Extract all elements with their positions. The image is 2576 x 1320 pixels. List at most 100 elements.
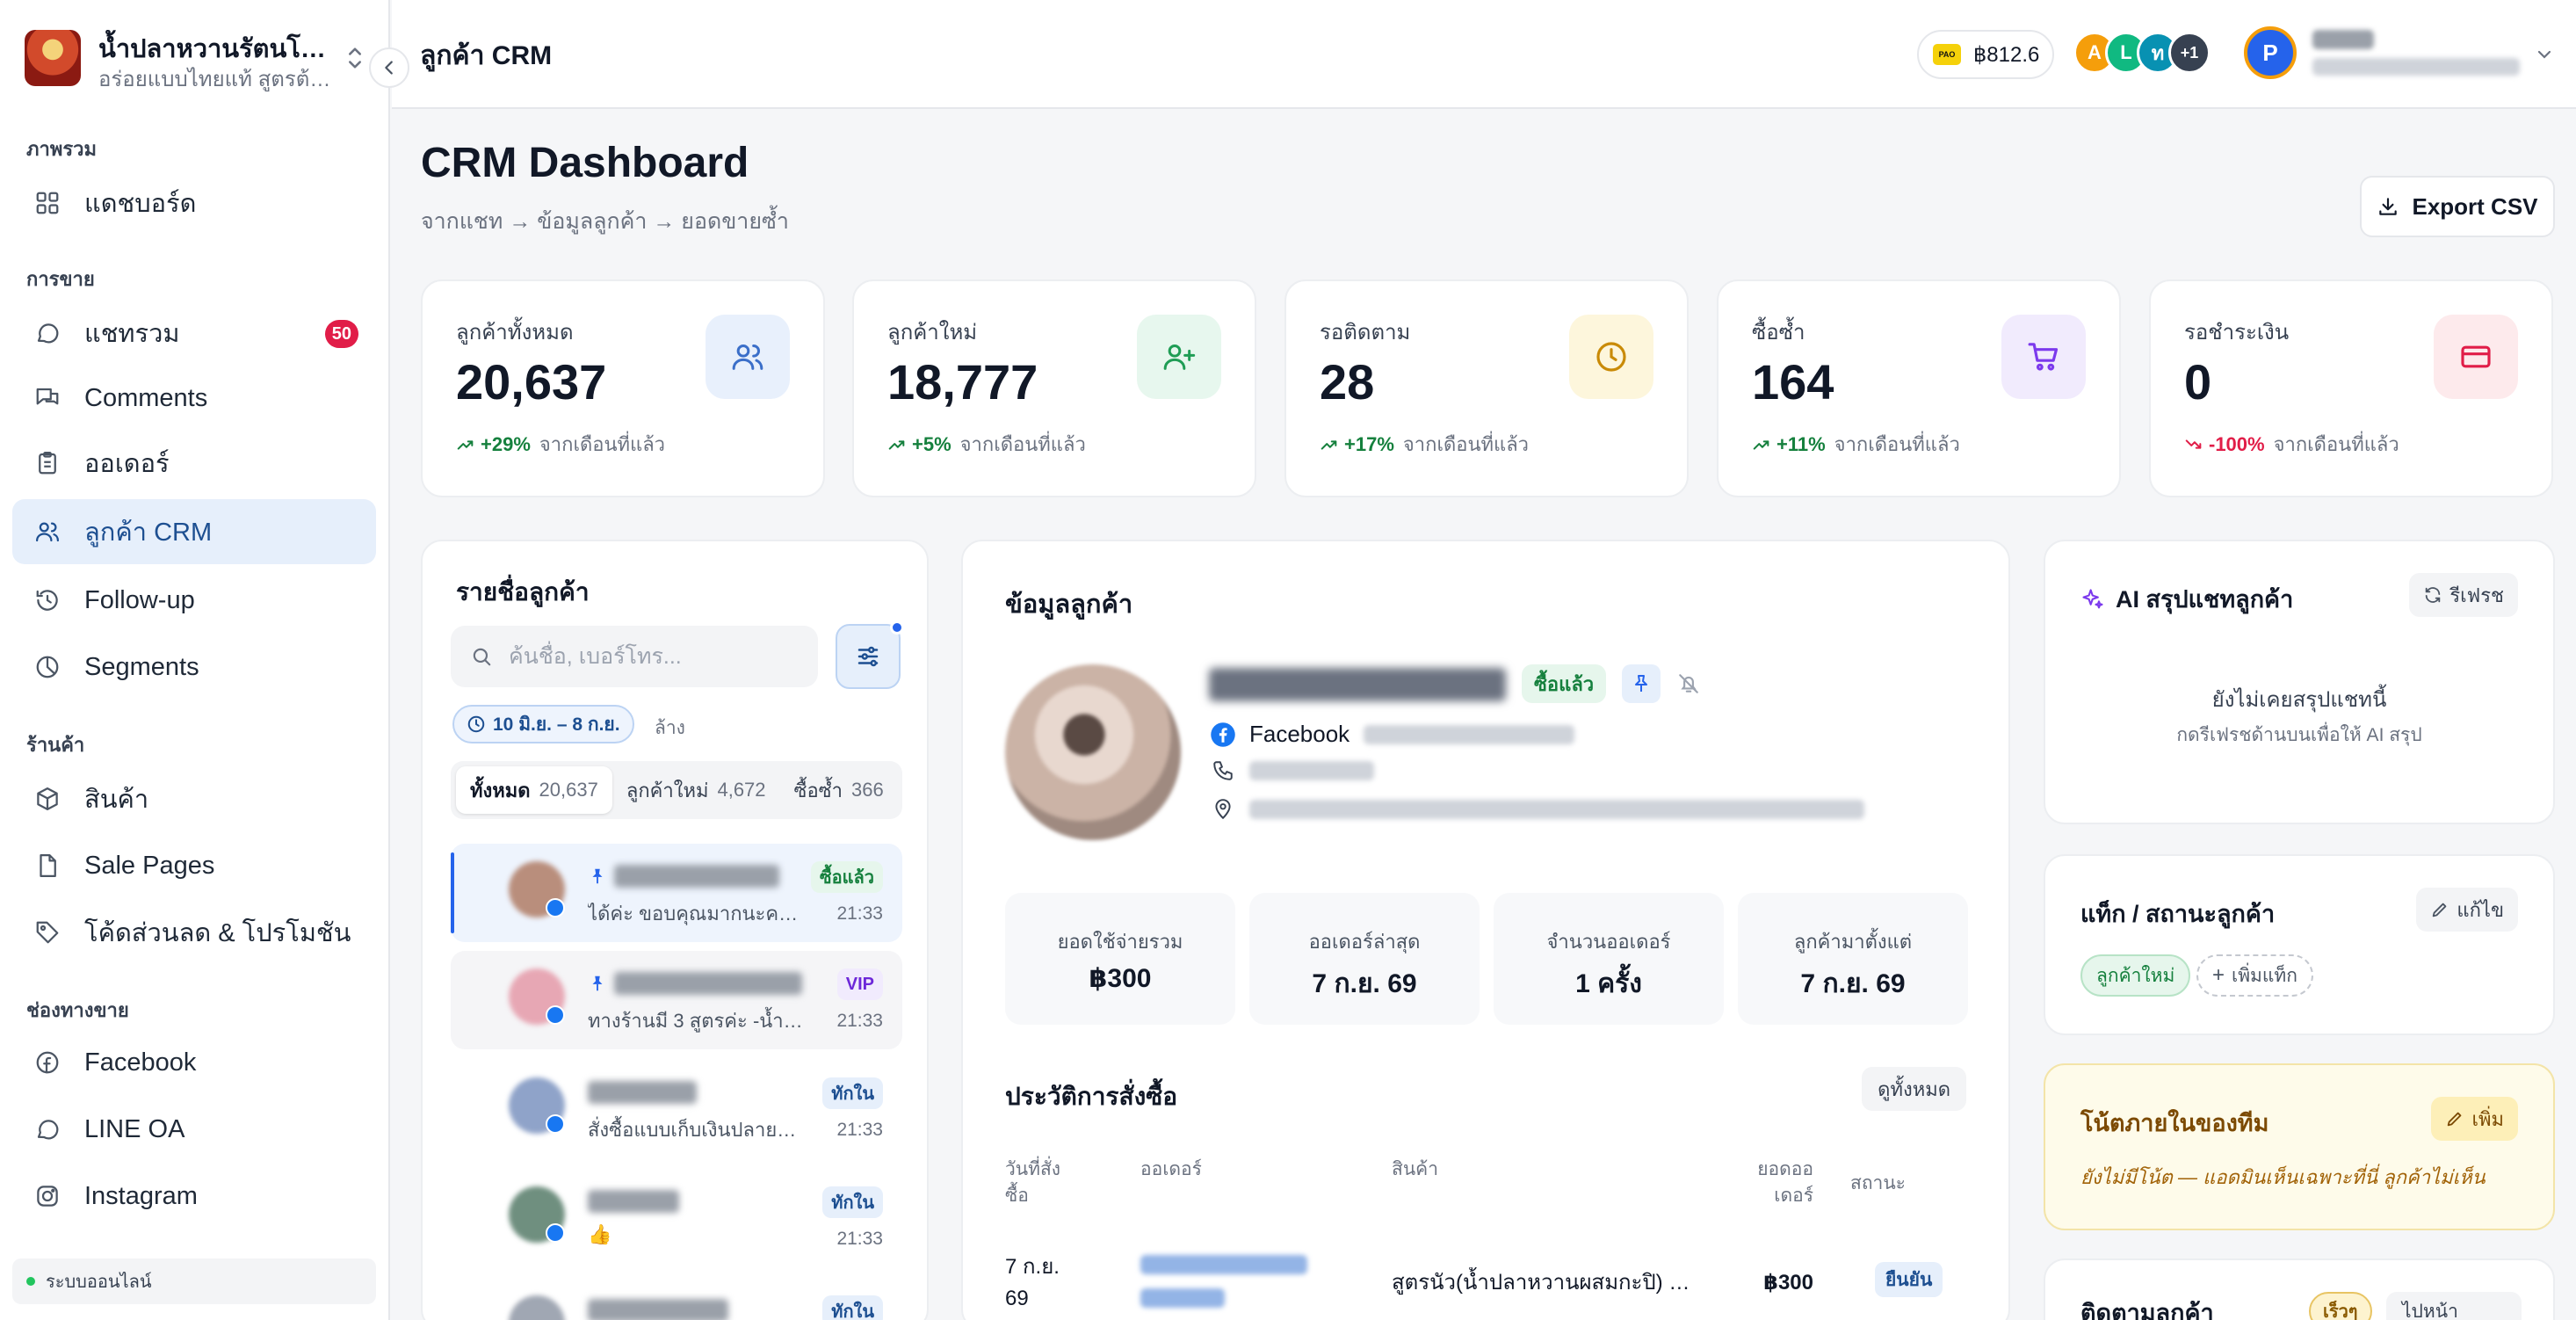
chat-icon: [32, 317, 63, 349]
add-tag-button[interactable]: + เพิ่มแท็ก: [2196, 954, 2313, 997]
sidebar-item-segments[interactable]: Segments: [12, 635, 376, 700]
date-range-chip[interactable]: 10 มิ.ย. – 8 ก.ย.: [452, 705, 634, 743]
customer-search-input[interactable]: ค้นชื่อ, เบอร์โทร...: [451, 626, 818, 687]
pin-icon: [592, 975, 603, 991]
stat-value: 164: [1752, 354, 1834, 410]
sidebar-item-label: สินค้า: [84, 786, 149, 814]
stat-change: +11% จากเดือนที่แล้ว: [1752, 429, 1960, 460]
download-icon: [2379, 198, 2398, 215]
stat-card-new-customers[interactable]: ลูกค้าใหม่ 18,777 +5% จากเดือนที่แล้ว: [852, 279, 1256, 497]
stat-card-awaiting-payment[interactable]: รอชำระเงิน 0 -100% จากเดือนที่แล้ว: [2149, 279, 2553, 497]
mini-stat-value: ฿300: [1089, 964, 1152, 993]
sidebar-item-followup[interactable]: Follow-up: [12, 568, 376, 633]
last-message: ได้ค่ะ ขอบคุณมากนะคะ❤️: [588, 903, 807, 925]
stat-label: ลูกค้าทั้งหมด: [456, 321, 574, 345]
clear-filter-link[interactable]: ล้าง: [655, 714, 685, 743]
followup-urgency-chip[interactable]: เร็วๆ: [2309, 1292, 2372, 1320]
pin-icon: [1635, 675, 1647, 692]
tab-count: 4,672: [717, 779, 766, 801]
sidebar-item-comments[interactable]: Comments: [12, 366, 376, 431]
mini-stat-label: ลูกค้ามาตั้งแต่: [1793, 931, 1913, 953]
search-icon: [473, 648, 491, 666]
customer-tag: ทักใน: [822, 1077, 883, 1109]
clock-icon: [467, 715, 485, 733]
followup-next-button[interactable]: ไปหน้า: [2386, 1292, 2522, 1320]
brand-logo: [25, 30, 81, 86]
ai-summary-title: AI สรุปแชทลูกค้า: [2080, 580, 2293, 618]
date-range-label: 10 มิ.ย. – 8 ก.ย.: [493, 714, 620, 735]
avatar: [509, 1295, 565, 1320]
customer-row[interactable]: สั่งซื้อแบบเก็บเงินปลายทาง... ทักใน 21:3…: [451, 1060, 902, 1158]
ai-summary-panel: AI สรุปแชทลูกค้า รีเฟรช ยังไม่เคยสรุปแชท…: [2044, 540, 2555, 824]
customer-photo: [1005, 664, 1181, 840]
column-header-order: ออเดอร์: [1140, 1159, 1202, 1179]
sidebar-item-chat[interactable]: แชทรวม 50: [12, 301, 376, 366]
stat-card-pending-followup[interactable]: รอติดตาม 28 +17% จากเดือนที่แล้ว: [1284, 279, 1689, 497]
brand-switcher[interactable]: น้ำปลาหวานรัตนโกสินทร์ อร่อยแบบไทยแท้ สู…: [25, 26, 376, 91]
customer-tag: VIP: [836, 968, 883, 1000]
sidebar-item-sale-pages[interactable]: Sale Pages: [12, 833, 376, 898]
sidebar-item-orders[interactable]: ออเดอร์: [12, 431, 376, 496]
team-notes-title: โน้ตภายในของทีม: [2080, 1110, 2269, 1136]
sidebar-item-products[interactable]: สินค้า: [12, 766, 376, 831]
tab-all[interactable]: ทั้งหมด 20,637: [456, 766, 612, 814]
customer-row[interactable]: ได้ค่ะ ขอบคุณมากนะคะ❤️ ซื้อแล้ว 21:33: [451, 844, 902, 942]
ai-summary-title-text: AI สรุปแชทลูกค้า: [2116, 586, 2294, 613]
ai-summary-hint: กดรีเฟรชด้านบนเพื่อให้ AI สรุป: [2176, 725, 2422, 745]
stat-change-pct: +11%: [1776, 432, 1826, 455]
sidebar-item-label: Segments: [84, 652, 199, 681]
message-time: 21:33: [836, 1229, 883, 1249]
export-csv-button[interactable]: Export CSV: [2360, 176, 2555, 237]
tab-new[interactable]: ลูกค้าใหม่ 4,672: [612, 766, 780, 814]
sidebar-item-line-oa[interactable]: LINE OA: [12, 1097, 376, 1162]
mini-stat-label: ออเดอร์ล่าสุด: [1308, 931, 1421, 953]
credit-balance[interactable]: PAO ฿812.6: [1917, 30, 2054, 79]
sidebar-item-dashboard[interactable]: แดชบอร์ด: [12, 170, 376, 236]
message-time: 21:33: [836, 903, 883, 924]
sidebar-item-crm[interactable]: ลูกค้า CRM: [12, 499, 376, 564]
sidebar-item-label: ลูกค้า CRM: [84, 519, 213, 547]
stat-card-total-customers[interactable]: ลูกค้าทั้งหมด 20,637 +29% จากเดือนที่แล้…: [421, 279, 825, 497]
sidebar-item-label: แชทรวม: [84, 320, 180, 348]
chevron-up-down-icon[interactable]: [343, 44, 367, 72]
collapse-sidebar-button[interactable]: [369, 47, 409, 88]
customer-since-stat: ลูกค้ามาตั้งแต่ 7 ก.ย. 69: [1738, 893, 1968, 1025]
customer-tag-chip[interactable]: ลูกค้าใหม่: [2080, 954, 2191, 997]
followup-title: ติดตามลูกค้า: [2080, 1300, 2214, 1320]
stat-card-repeat-buyers[interactable]: ซื้อซ้ำ 164 +11% จากเดือนที่แล้ว: [1717, 279, 2121, 497]
more-avatars-count: +1: [2168, 32, 2211, 74]
edit-tags-button[interactable]: แก้ไข: [2416, 888, 2518, 932]
customer-row[interactable]: 👍 ทักใน 21:33: [451, 1169, 902, 1267]
user-menu[interactable]: P: [2244, 25, 2560, 84]
pin-customer-button[interactable]: [1622, 664, 1661, 703]
nav-section-store: ร้านค้า: [26, 734, 85, 756]
refresh-summary-button[interactable]: รีเฟรช: [2409, 573, 2518, 617]
sidebar-item-label: Comments: [84, 383, 208, 412]
facebook-channel-icon: [546, 1223, 565, 1243]
redacted-address: [1249, 800, 1864, 819]
mute-notifications-button[interactable]: [1673, 668, 1704, 700]
page-icon: [32, 850, 63, 881]
edit-label: แก้ไข: [2457, 898, 2504, 921]
see-all-orders-button[interactable]: ดูทั้งหมด: [1862, 1067, 1966, 1111]
stat-change: +29% จากเดือนที่แล้ว: [456, 429, 665, 460]
add-note-button[interactable]: เพิ่ม: [2431, 1097, 2518, 1141]
customer-row[interactable]: ทางร้านมี 3 สูตรค่ะ -น้ำปลาหวาน... VIP 2…: [451, 951, 902, 1049]
sidebar-item-instagram[interactable]: Instagram: [12, 1164, 376, 1229]
tab-repeat[interactable]: ซื้อซ้ำ 366: [780, 766, 898, 814]
system-status-label: ระบบออนไลน์: [46, 1273, 152, 1292]
users-icon: [706, 315, 790, 399]
order-product: สูตรนัว(น้ำปลาหวานผสมกะปิ) จำนวน 1: [1392, 1271, 1708, 1295]
filter-button[interactable]: [836, 620, 904, 689]
tab-count: 366: [850, 779, 884, 801]
order-id-link[interactable]: [1140, 1255, 1307, 1308]
nav-section-channels: ช่องทางขาย: [26, 999, 129, 1021]
order-total: ฿300: [1763, 1271, 1813, 1295]
clock-icon: [1569, 315, 1653, 399]
sidebar-item-facebook[interactable]: Facebook: [12, 1030, 376, 1095]
stat-label: รอชำระเงิน: [2184, 321, 2290, 345]
sidebar-item-promotions[interactable]: โค้ดส่วนลด & โปรโมชัน: [12, 900, 376, 965]
top-bar: ลูกค้า CRM PAO ฿812.6 A L ท +1 P: [392, 0, 2576, 109]
customer-row[interactable]: ทักใน: [451, 1278, 902, 1320]
page-subtitle: จากแชท → ข้อมูลลูกค้า → ยอดขายซ้ำ: [421, 209, 789, 234]
